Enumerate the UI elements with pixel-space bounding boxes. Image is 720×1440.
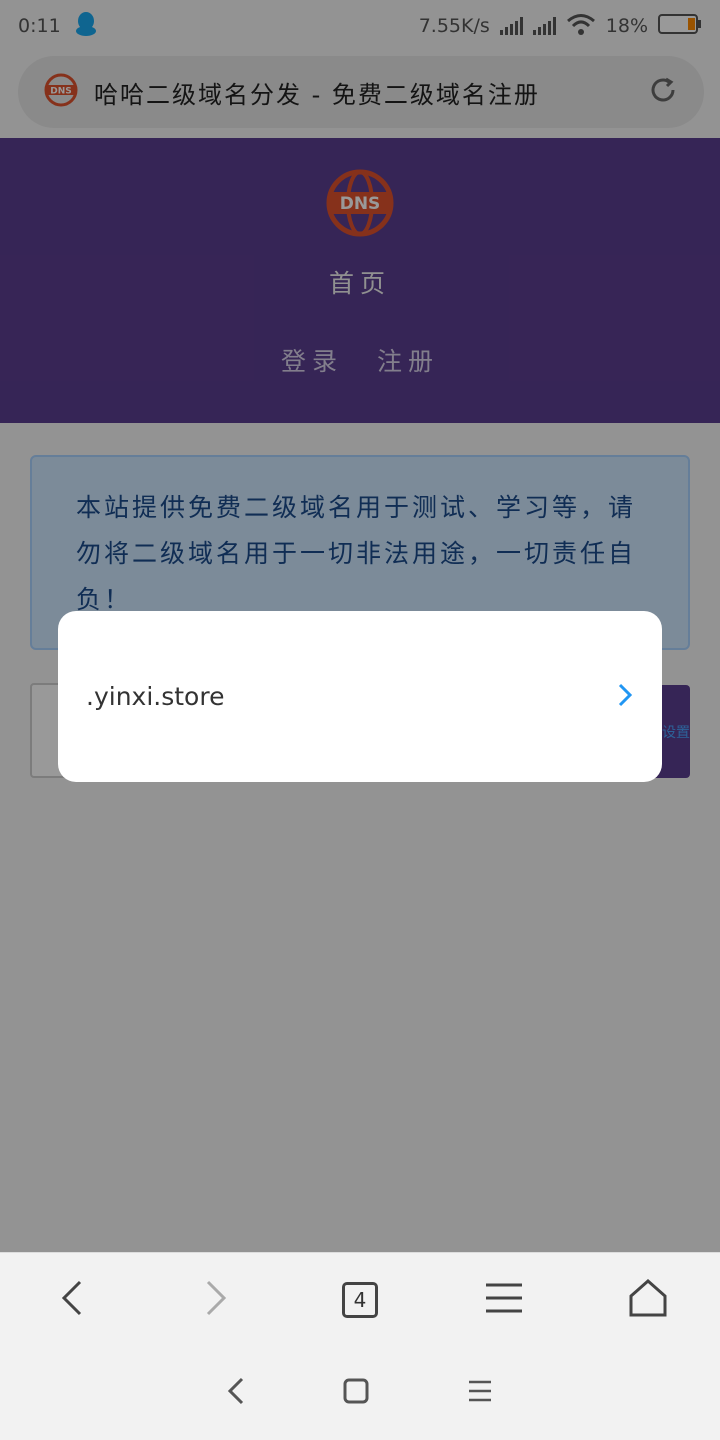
nav-back-icon[interactable] (227, 1376, 245, 1410)
chevron-left-icon (60, 1278, 84, 1322)
home-button[interactable] (608, 1260, 688, 1340)
tabs-button[interactable]: 4 (320, 1260, 400, 1340)
suffix-picker-dialog[interactable]: .yinxi.store (58, 611, 662, 782)
menu-button[interactable] (464, 1260, 544, 1340)
tabs-count: 4 (342, 1281, 378, 1318)
home-icon (629, 1278, 667, 1321)
nav-recents-icon[interactable] (467, 1379, 493, 1407)
chevron-right-icon (616, 681, 634, 713)
chevron-right-icon (204, 1278, 228, 1322)
browser-toolbar: 4 (0, 1252, 720, 1346)
back-button[interactable] (32, 1260, 112, 1340)
android-nav-bar (0, 1346, 720, 1440)
menu-icon (485, 1282, 523, 1318)
domain-suffix-option[interactable]: .yinxi.store (86, 682, 224, 711)
forward-button[interactable] (176, 1260, 256, 1340)
nav-home-icon[interactable] (343, 1378, 369, 1408)
